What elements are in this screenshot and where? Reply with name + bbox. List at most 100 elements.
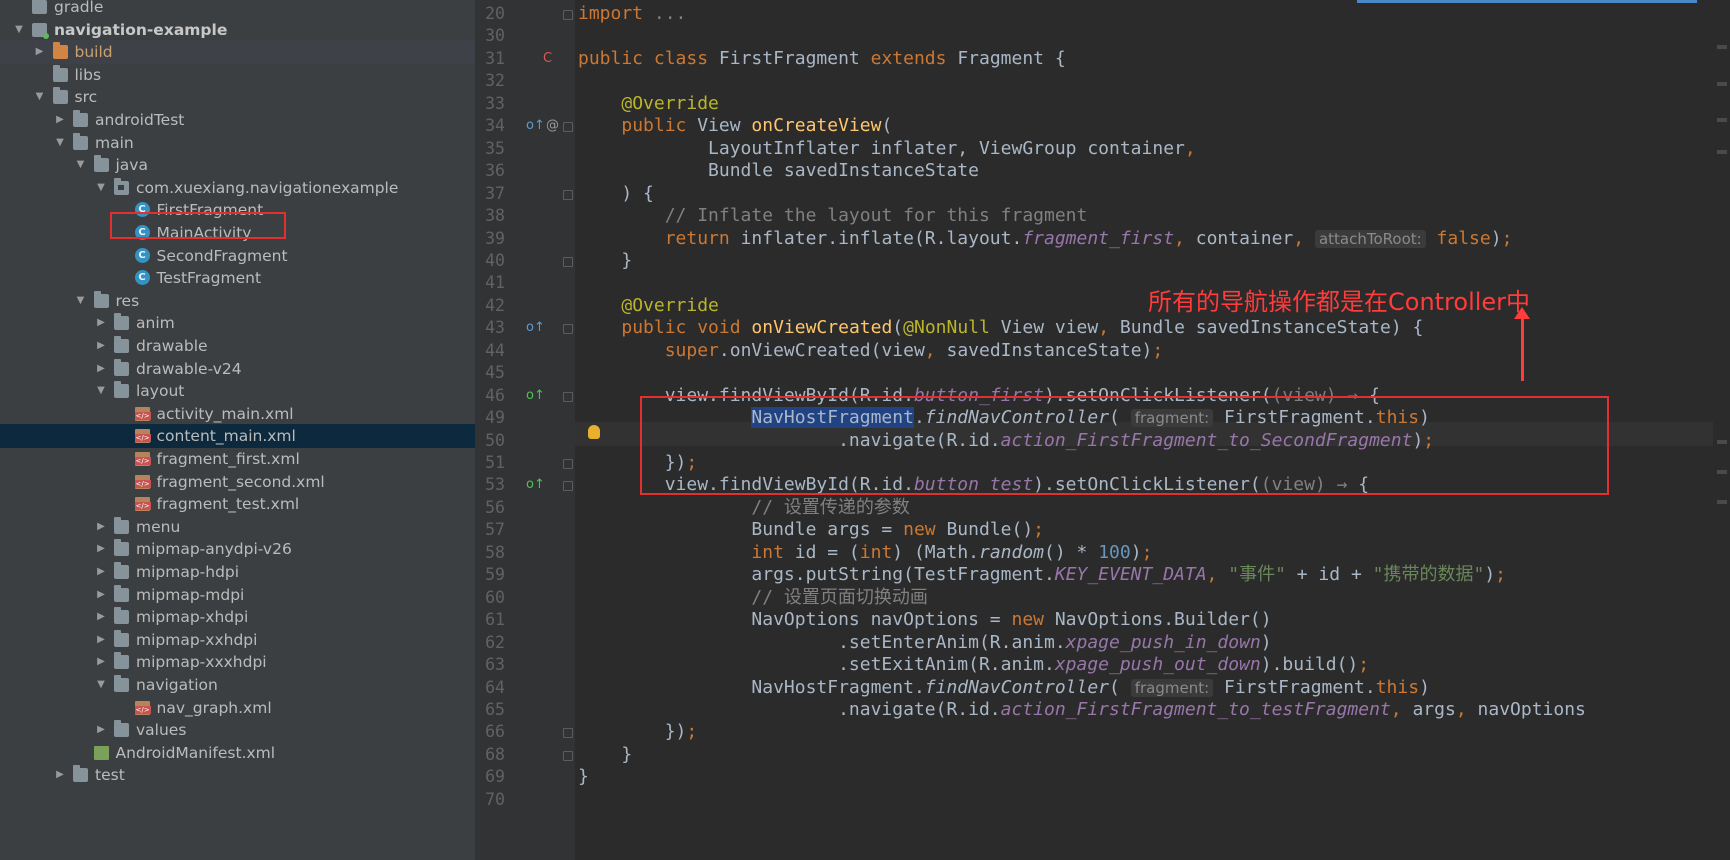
chevron-right-icon[interactable]: ▶	[53, 108, 67, 132]
code-line[interactable]: @Override	[578, 92, 719, 116]
code-line[interactable]: @Override	[578, 294, 719, 318]
tree-item[interactable]: ▼ res	[0, 289, 475, 313]
tree-item[interactable]: ▶ mipmap-anydpi-v26	[0, 537, 475, 561]
code-line[interactable]: }	[578, 743, 632, 767]
chevron-down-icon[interactable]: ▼	[94, 673, 108, 697]
tree-item[interactable]: ▶ mipmap-hdpi	[0, 560, 475, 584]
tree-item[interactable]: activity_main.xml	[0, 402, 475, 426]
code-line[interactable]: public View onCreateView(	[578, 114, 892, 138]
chevron-right-icon[interactable]: ▶	[94, 537, 108, 561]
tree-item[interactable]: ▶ anim	[0, 311, 475, 335]
code-line[interactable]: .navigate(R.id.action_FirstFragment_to_t…	[578, 698, 1586, 722]
tree-item[interactable]: ▼ src	[0, 85, 475, 109]
fold-icon[interactable]	[563, 256, 573, 267]
chevron-right-icon[interactable]: ▶	[94, 628, 108, 652]
code-line[interactable]: .setEnterAnim(R.anim.xpage_push_in_down)	[578, 631, 1272, 655]
chevron-right-icon[interactable]: ▶	[94, 515, 108, 539]
fold-icon[interactable]	[563, 189, 573, 200]
tree-item[interactable]: ▼ navigation	[0, 673, 475, 697]
code-line[interactable]: });	[578, 720, 698, 744]
tree-item[interactable]: C TestFragment	[0, 266, 475, 290]
fold-icon[interactable]	[563, 10, 573, 20]
code-line[interactable]: .setExitAnim(R.anim.xpage_push_out_down)…	[578, 653, 1369, 677]
code-line[interactable]: super.onViewCreated(view, savedInstanceS…	[578, 339, 1164, 363]
code-line[interactable]: args.putString(TestFragment.KEY_EVENT_DA…	[578, 563, 1506, 587]
chevron-right-icon[interactable]: ▶	[94, 650, 108, 674]
lightbulb-icon[interactable]	[588, 425, 600, 439]
chevron-right-icon[interactable]: ▶	[94, 357, 108, 381]
tree-item[interactable]: nav_graph.xml	[0, 696, 475, 720]
code-line[interactable]: }	[578, 249, 632, 273]
tree-item[interactable]: ▼ com.xuexiang.navigationexample	[0, 176, 475, 200]
fold-icon[interactable]	[563, 459, 573, 469]
code-line[interactable]: ) {	[578, 182, 654, 206]
tree-item[interactable]: fragment_second.xml	[0, 470, 475, 494]
code-line[interactable]: // Inflate the layout for this fragment	[578, 204, 1088, 228]
code-line[interactable]: int id = (int) (Math.random() * 100);	[578, 541, 1152, 565]
code-line[interactable]: return inflater.inflate(R.layout.fragmen…	[578, 227, 1513, 251]
code-line[interactable]: }	[578, 765, 589, 789]
tree-item[interactable]: ▶ menu	[0, 515, 475, 539]
editor-scrollbar[interactable]	[1713, 0, 1730, 860]
code-line[interactable]: // 设置页面切换动画	[578, 586, 928, 610]
chevron-down-icon[interactable]: ▼	[74, 153, 88, 177]
code-line[interactable]: Bundle args = new Bundle();	[578, 518, 1044, 542]
code-line[interactable]: import ...	[578, 2, 686, 26]
tree-item[interactable]: AndroidManifest.xml	[0, 741, 475, 765]
implement-icon[interactable]: o↑	[526, 384, 545, 408]
at-icon[interactable]: @	[546, 114, 559, 138]
chevron-down-icon[interactable]: ▼	[12, 18, 26, 42]
override-up-icon[interactable]: o↑	[526, 114, 545, 138]
fold-icon[interactable]	[563, 750, 573, 761]
chevron-down-icon[interactable]: ▼	[94, 379, 108, 403]
code-line[interactable]: public class FirstFragment extends Fragm…	[578, 47, 1066, 71]
tree-item[interactable]: ▼ java	[0, 153, 475, 177]
chevron-right-icon[interactable]: ▶	[94, 334, 108, 358]
chevron-right-icon[interactable]: ▶	[94, 718, 108, 742]
chevron-right-icon[interactable]: ▶	[94, 311, 108, 335]
tree-item[interactable]: ▼ main	[0, 131, 475, 155]
code-line[interactable]: NavOptions navOptions = new NavOptions.B…	[578, 608, 1271, 632]
code-line[interactable]: Bundle savedInstanceState	[578, 159, 979, 183]
tree-item[interactable]: ▶ mipmap-xxhdpi	[0, 628, 475, 652]
fold-icon[interactable]	[563, 481, 573, 492]
tree-item[interactable]: ▼ layout	[0, 379, 475, 403]
chevron-right-icon[interactable]: ▶	[33, 40, 47, 64]
override-up-icon[interactable]: o↑	[526, 316, 545, 340]
fold-icon[interactable]	[563, 324, 573, 335]
code-line[interactable]: NavHostFragment.findNavController( fragm…	[578, 676, 1430, 700]
fold-icon[interactable]	[563, 728, 573, 739]
tree-item[interactable]: content_main.xml	[0, 424, 475, 449]
tree-item[interactable]: ▶ build	[0, 40, 475, 65]
tree-item[interactable]: gradle	[0, 0, 475, 19]
code-line[interactable]: LayoutInflater inflater, ViewGroup conta…	[578, 137, 1196, 161]
code-line[interactable]: // 设置传递的参数	[578, 496, 910, 520]
chevron-right-icon[interactable]: ▶	[94, 605, 108, 629]
chevron-right-icon[interactable]: ▶	[53, 763, 67, 787]
chevron-down-icon[interactable]: ▼	[33, 85, 47, 109]
chevron-right-icon[interactable]: ▶	[94, 583, 108, 607]
code-line[interactable]: public void onViewCreated(@NonNull View …	[578, 316, 1423, 340]
tree-item[interactable]: ▶ mipmap-xxxhdpi	[0, 650, 475, 674]
chevron-down-icon[interactable]: ▼	[53, 131, 67, 155]
tree-item[interactable]: ▶ mipmap-xhdpi	[0, 605, 475, 629]
tree-item[interactable]: ▶ test	[0, 763, 475, 787]
tree-item[interactable]: ▶ drawable	[0, 334, 475, 358]
chevron-down-icon[interactable]: ▼	[74, 289, 88, 313]
tree-item[interactable]: ▶ androidTest	[0, 108, 475, 132]
implement-icon[interactable]: o↑	[526, 473, 545, 497]
tree-item[interactable]: ▶ drawable-v24	[0, 357, 475, 381]
fold-icon[interactable]	[563, 122, 573, 133]
tree-item[interactable]: fragment_test.xml	[0, 492, 475, 516]
chevron-right-icon[interactable]: ▶	[94, 560, 108, 584]
tree-item[interactable]: ▶ mipmap-mdpi	[0, 583, 475, 607]
tree-item[interactable]: fragment_first.xml	[0, 447, 475, 471]
fold-icon[interactable]	[563, 391, 573, 402]
class-icon[interactable]: C	[543, 47, 552, 71]
chevron-down-icon[interactable]: ▼	[94, 176, 108, 200]
tree-item[interactable]: libs	[0, 63, 475, 87]
tree-item[interactable]: ▼ navigation-example	[0, 18, 475, 42]
tree-item[interactable]: ▶ values	[0, 718, 475, 742]
tree-item[interactable]: C SecondFragment	[0, 244, 475, 268]
